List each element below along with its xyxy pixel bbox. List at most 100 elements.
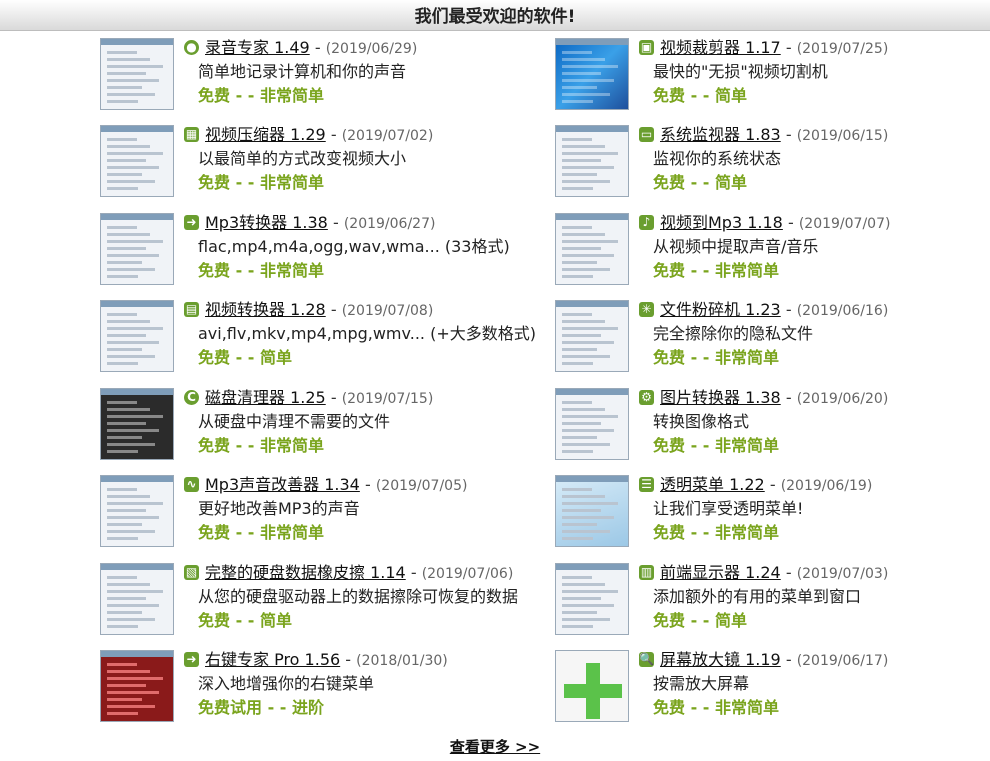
software-item: ☰ 透明菜单 1.22 - (2019/06/19) 让我们享受透明菜单! 免费 - … [555, 471, 990, 551]
license-difficulty-tag: 免费 - - 简单 [653, 611, 747, 630]
software-screenshot[interactable] [100, 475, 174, 547]
software-title-line: 视频压缩器 1.29 - (2019/07/02) [205, 125, 433, 146]
separator: - [345, 650, 352, 669]
separator: - [330, 300, 337, 319]
shredder-icon: ✳ [639, 302, 654, 317]
license-difficulty-tag: 免费 - - 简单 [653, 86, 747, 105]
transparent-menu-icon: ☰ [639, 477, 654, 492]
software-description: 添加额外的有用的菜单到窗口 [653, 587, 862, 606]
software-link[interactable]: 视频压缩器 1.29 [205, 125, 326, 144]
license-difficulty-tag: 免费 - - 非常简单 [198, 523, 324, 542]
software-screenshot[interactable] [555, 300, 629, 372]
release-date: (2018/01/30) [356, 653, 448, 669]
video-mp3-icon: ♪ [639, 215, 654, 230]
license-difficulty-tag: 免费 - - 简单 [198, 611, 292, 630]
separator: - [410, 563, 417, 582]
software-item: ⚙ 图片转换器 1.38 - (2019/06/20) 转换图像格式免费 - - 非… [555, 384, 990, 464]
software-screenshot[interactable] [100, 563, 174, 635]
software-screenshot[interactable] [100, 388, 174, 460]
software-link[interactable]: 磁盘清理器 1.25 [205, 388, 326, 407]
software-link[interactable]: 视频到Mp3 1.18 [660, 213, 783, 232]
software-link[interactable]: Mp3转换器 1.38 [205, 213, 328, 232]
license-difficulty-tag: 免费 - - 非常简单 [653, 436, 779, 455]
software-link[interactable]: 屏幕放大镜 1.19 [660, 650, 781, 669]
software-title-line: 透明菜单 1.22 - (2019/06/19) [660, 475, 872, 496]
release-date: (2019/06/27) [343, 216, 436, 232]
software-description: 更好地改善MP3的声音 [198, 499, 360, 518]
software-screenshot[interactable] [100, 213, 174, 285]
software-title-line: 视频到Mp3 1.18 - (2019/07/07) [660, 213, 890, 234]
software-link[interactable]: 视频裁剪器 1.17 [660, 38, 781, 57]
software-title-line: 图片转换器 1.38 - (2019/06/20) [660, 388, 888, 409]
software-link[interactable]: 录音专家 1.49 [205, 38, 310, 57]
software-title-line: 录音专家 1.49 - (2019/06/29) [205, 38, 417, 59]
see-more-link[interactable]: 查看更多 >> [450, 738, 540, 756]
software-description: 深入地增强你的右键菜单 [198, 674, 375, 693]
eraser-icon: ▧ [184, 565, 199, 580]
license-difficulty-tag: 免费 - - 非常简单 [653, 523, 779, 542]
software-link[interactable]: 图片转换器 1.38 [660, 388, 781, 407]
software-description: avi,flv,mkv,mp4,mpg,wmv... (+大多数格式) [198, 324, 536, 343]
software-description: 从您的硬盘驱动器上的数据擦除可恢复的数据 [198, 587, 519, 606]
software-link[interactable]: 视频转换器 1.28 [205, 300, 326, 319]
software-link[interactable]: 文件粉碎机 1.23 [660, 300, 781, 319]
software-screenshot[interactable] [555, 650, 629, 722]
software-link[interactable]: 透明菜单 1.22 [660, 475, 765, 494]
license-difficulty-tag: 免费试用 - - 进阶 [198, 698, 324, 717]
software-description: 最快的"无损"视频切割机 [653, 62, 828, 81]
software-screenshot[interactable] [100, 300, 174, 372]
software-link[interactable]: 系统监视器 1.83 [660, 125, 781, 144]
software-link[interactable]: Mp3声音改善器 1.34 [205, 475, 360, 494]
software-item: ➜ 右键专家 Pro 1.56 - (2018/01/30) 深入地增强你的右键菜单… [100, 646, 580, 726]
software-screenshot[interactable] [555, 475, 629, 547]
release-date: (2019/06/15) [796, 128, 889, 144]
release-date: (2019/06/29) [325, 41, 418, 57]
separator: - [314, 38, 321, 57]
release-date: (2019/06/19) [780, 478, 873, 494]
software-title-line: 系统监视器 1.83 - (2019/06/15) [660, 125, 888, 146]
license-difficulty-tag: 免费 - - 非常简单 [198, 86, 324, 105]
license-difficulty-tag: 免费 - - 非常简单 [198, 436, 324, 455]
software-title-line: Mp3转换器 1.38 - (2019/06/27) [205, 213, 435, 234]
software-item: ▤ 视频转换器 1.28 - (2019/07/08) avi,flv,mkv,mp… [100, 296, 580, 376]
separator: - [787, 213, 794, 232]
software-description: 完全擦除你的隐私文件 [653, 324, 814, 343]
arrow-right-icon: ➜ [184, 215, 199, 230]
software-title-line: 视频转换器 1.28 - (2019/07/08) [205, 300, 433, 321]
image-convert-icon: ⚙ [639, 390, 654, 405]
software-screenshot[interactable] [100, 125, 174, 197]
software-item: ✳ 文件粉碎机 1.23 - (2019/06/16) 完全擦除你的隐私文件 免费 -… [555, 296, 990, 376]
monitor-icon: ▭ [639, 127, 654, 142]
software-title-line: Mp3声音改善器 1.34 - (2019/07/05) [205, 475, 467, 496]
software-screenshot[interactable] [100, 650, 174, 722]
software-item: ● 录音专家 1.49 - (2019/06/29) 简单地记录计算机和你的声音 免费… [100, 34, 580, 114]
software-title-line: 磁盘清理器 1.25 - (2019/07/15) [205, 388, 433, 409]
software-screenshot[interactable] [100, 38, 174, 110]
software-screenshot[interactable] [555, 125, 629, 197]
software-title-line: 完整的硬盘数据橡皮擦 1.14 - (2019/07/06) [205, 563, 513, 584]
software-screenshot[interactable] [555, 213, 629, 285]
software-link[interactable]: 前端显示器 1.24 [660, 563, 781, 582]
license-difficulty-tag: 免费 - - 简单 [198, 348, 292, 367]
software-screenshot[interactable] [555, 388, 629, 460]
license-difficulty-tag: 免费 - - 非常简单 [198, 261, 324, 280]
software-description: 简单地记录计算机和你的声音 [198, 62, 407, 81]
software-screenshot[interactable] [555, 38, 629, 110]
separator: - [785, 563, 792, 582]
license-difficulty-tag: 免费 - - 非常简单 [653, 348, 779, 367]
separator: - [785, 38, 792, 57]
software-title-line: 屏幕放大镜 1.19 - (2019/06/17) [660, 650, 888, 671]
software-screenshot[interactable] [555, 563, 629, 635]
software-title-line: 右键专家 Pro 1.56 - (2018/01/30) [205, 650, 448, 671]
release-date: (2019/06/16) [796, 303, 889, 319]
software-link[interactable]: 右键专家 Pro 1.56 [205, 650, 340, 669]
software-description: 转换图像格式 [653, 412, 750, 431]
magnifier-icon: 🔍 [639, 652, 654, 667]
software-link[interactable]: 完整的硬盘数据橡皮擦 1.14 [205, 563, 406, 582]
release-date: (2019/07/05) [375, 478, 468, 494]
software-item: ▥ 前端显示器 1.24 - (2019/07/03) 添加额外的有用的菜单到窗口免… [555, 559, 990, 639]
wave-icon: ∿ [184, 477, 199, 492]
arrow-right-icon: ➜ [184, 652, 199, 667]
software-item: ∿ Mp3声音改善器 1.34 - (2019/07/05) 更好地改善MP3的声音… [100, 471, 580, 551]
software-description: 从视频中提取声音/音乐 [653, 237, 819, 256]
